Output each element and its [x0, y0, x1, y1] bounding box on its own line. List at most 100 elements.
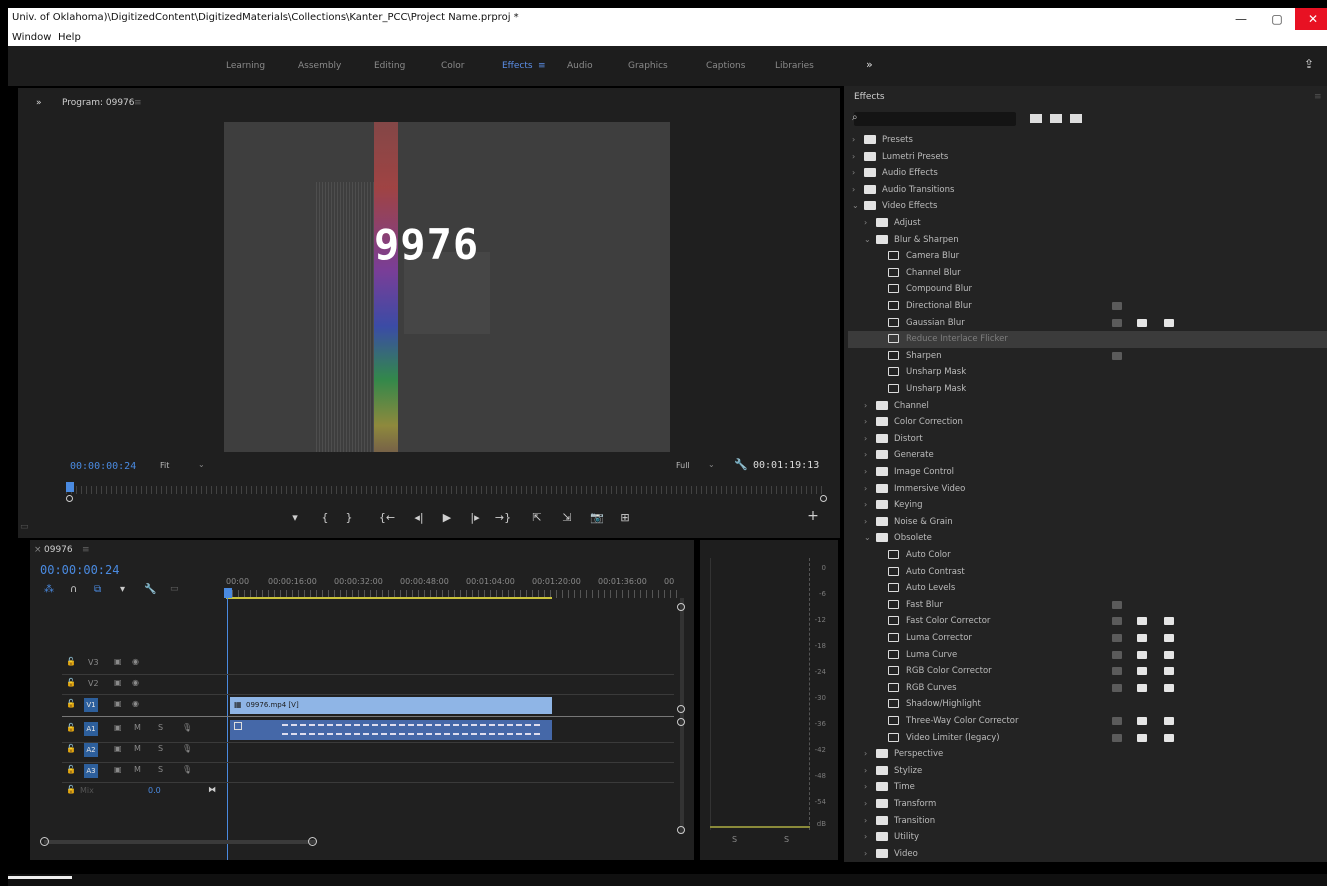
effects-title[interactable]: Effects	[854, 92, 885, 102]
effects-folder[interactable]: › Time	[848, 779, 1327, 796]
track-label[interactable]: V3	[88, 658, 99, 667]
workspace-tab-audio[interactable]: Audio	[567, 61, 593, 71]
track-target-a2[interactable]: A2	[84, 743, 98, 757]
effect-item[interactable]: Directional Blur	[848, 298, 1327, 315]
track-label[interactable]: V2	[88, 679, 99, 688]
program-current-timecode[interactable]: 00:00:00:24	[70, 461, 136, 472]
effects-search-input[interactable]	[854, 112, 1016, 126]
effects-folder[interactable]: › Noise & Grain	[848, 514, 1327, 531]
effects-folder[interactable]: › Keying	[848, 497, 1327, 514]
audio-clip[interactable]	[230, 720, 552, 740]
workspace-tab-learning[interactable]: Learning	[226, 61, 265, 71]
microphone-icon[interactable]: 🎙	[182, 723, 192, 732]
lock-icon[interactable]: 🔓	[66, 723, 76, 732]
zoom-handle-left[interactable]	[66, 495, 73, 502]
lock-icon[interactable]: 🔓	[66, 699, 76, 708]
solo-left-button[interactable]: S	[732, 835, 737, 844]
add-marker-icon[interactable]: ▾	[120, 584, 125, 595]
panel-expand-icon[interactable]: »	[36, 98, 42, 108]
effects-folder[interactable]: › Stylize	[848, 763, 1327, 780]
effects-folder[interactable]: › Distort	[848, 431, 1327, 448]
chevron-right-icon[interactable]: ›	[864, 849, 867, 858]
effects-folder[interactable]: › Perspective	[848, 746, 1327, 763]
effect-item[interactable]: Unsharp Mask	[848, 381, 1327, 398]
chevron-right-icon[interactable]: ›	[852, 135, 855, 144]
panel-menu-icon[interactable]: ≡	[134, 98, 142, 108]
effects-folder[interactable]: › Color Correction	[848, 414, 1327, 431]
sync-lock-icon[interactable]: ▣	[114, 765, 122, 774]
chevron-right-icon[interactable]: ›	[864, 766, 867, 775]
workspace-tab-assembly[interactable]: Assembly	[298, 61, 341, 71]
workspace-tab-effects[interactable]: Effects	[502, 61, 533, 71]
effect-item[interactable]: Reduce Interlace Flicker	[848, 331, 1327, 349]
chevron-right-icon[interactable]: ›	[864, 401, 867, 410]
32bit-effects-icon[interactable]	[1050, 114, 1062, 123]
close-tab-icon[interactable]: ×	[34, 545, 42, 555]
effect-item[interactable]: Auto Levels	[848, 580, 1327, 597]
chevron-down-icon[interactable]: ⌄	[852, 201, 859, 210]
effect-item[interactable]: Channel Blur	[848, 265, 1327, 282]
eye-icon[interactable]: ◉	[132, 678, 139, 687]
minimize-button[interactable]: —	[1223, 8, 1259, 30]
program-monitor-title[interactable]: Program: 09976	[62, 98, 135, 108]
workspace-tab-color[interactable]: Color	[441, 61, 465, 71]
add-marker-button[interactable]: ▾	[286, 511, 304, 524]
linked-selection-icon[interactable]: ⧉	[94, 584, 101, 595]
lock-icon[interactable]: 🔓	[66, 657, 76, 666]
chevron-right-icon[interactable]: ›	[864, 500, 867, 509]
scroll-handle[interactable]	[677, 603, 685, 611]
chevron-down-icon[interactable]: ⌄	[198, 460, 205, 469]
scroll-handle[interactable]	[677, 705, 685, 713]
chevron-right-icon[interactable]: ›	[864, 816, 867, 825]
sync-lock-icon[interactable]: ▣	[114, 699, 122, 708]
chevron-down-icon[interactable]: ⌄	[864, 235, 871, 244]
chevron-right-icon[interactable]: ›	[864, 799, 867, 808]
quality-dropdown[interactable]: Full	[676, 461, 690, 470]
extract-button[interactable]: ⇲	[558, 511, 576, 524]
effects-folder[interactable]: › Channel	[848, 398, 1327, 415]
effect-item[interactable]: Luma Corrector	[848, 630, 1327, 647]
playhead-handle[interactable]	[224, 588, 232, 598]
sync-lock-icon[interactable]: ▣	[114, 723, 122, 732]
chevron-down-icon[interactable]: ⌄	[864, 533, 871, 542]
solo-button[interactable]: S	[158, 744, 163, 753]
snap-icon[interactable]: ∩	[70, 584, 77, 595]
sync-lock-icon[interactable]: ▣	[114, 657, 122, 666]
lock-icon[interactable]: 🔓	[66, 785, 76, 794]
microphone-icon[interactable]: 🎙	[182, 744, 192, 753]
work-area-bar[interactable]	[226, 597, 552, 599]
step-back-button[interactable]: ◂|	[410, 511, 428, 524]
zoom-handle-right[interactable]	[820, 495, 827, 502]
scroll-handle[interactable]	[677, 826, 685, 834]
mark-out-button[interactable]: }	[340, 511, 358, 524]
menu-help[interactable]: Help	[58, 32, 81, 43]
mute-button[interactable]: M	[134, 723, 141, 732]
lock-icon[interactable]: 🔓	[66, 678, 76, 687]
track-target-a1[interactable]: A1	[84, 722, 98, 736]
effects-folder[interactable]: › Presets	[848, 132, 1327, 149]
horizontal-scrollbar[interactable]	[44, 840, 316, 844]
fit-dropdown[interactable]: Fit	[160, 461, 169, 470]
menu-window[interactable]: Window	[12, 32, 51, 43]
effect-item[interactable]: Sharpen	[848, 348, 1327, 365]
chevron-right-icon[interactable]: ›	[864, 749, 867, 758]
effects-folder[interactable]: ⌄ Blur & Sharpen	[848, 232, 1327, 249]
effect-item[interactable]: RGB Color Corrector	[848, 663, 1327, 680]
play-button[interactable]: ▶	[438, 511, 456, 524]
timeline-tab[interactable]: 09976	[44, 545, 73, 555]
effect-item[interactable]: Fast Blur	[848, 597, 1327, 614]
chevron-right-icon[interactable]: ›	[864, 467, 867, 476]
effect-item[interactable]: Shadow/Highlight	[848, 696, 1327, 713]
effects-folder[interactable]: › Audio Effects	[848, 165, 1327, 182]
lock-icon[interactable]: 🔓	[66, 765, 76, 774]
export-frame-icon[interactable]: 📷	[588, 511, 606, 524]
maximize-button[interactable]: ▢	[1259, 8, 1295, 30]
effect-item[interactable]: Video Limiter (legacy)	[848, 730, 1327, 747]
chevron-right-icon[interactable]: ›	[864, 450, 867, 459]
workspace-tab-graphics[interactable]: Graphics	[628, 61, 668, 71]
step-forward-button[interactable]: |▸	[466, 511, 484, 524]
track-target-a3[interactable]: A3	[84, 764, 98, 778]
accelerated-effects-icon[interactable]	[1030, 114, 1042, 123]
effects-folder[interactable]: › Generate	[848, 447, 1327, 464]
eye-icon[interactable]: ◉	[132, 699, 139, 708]
